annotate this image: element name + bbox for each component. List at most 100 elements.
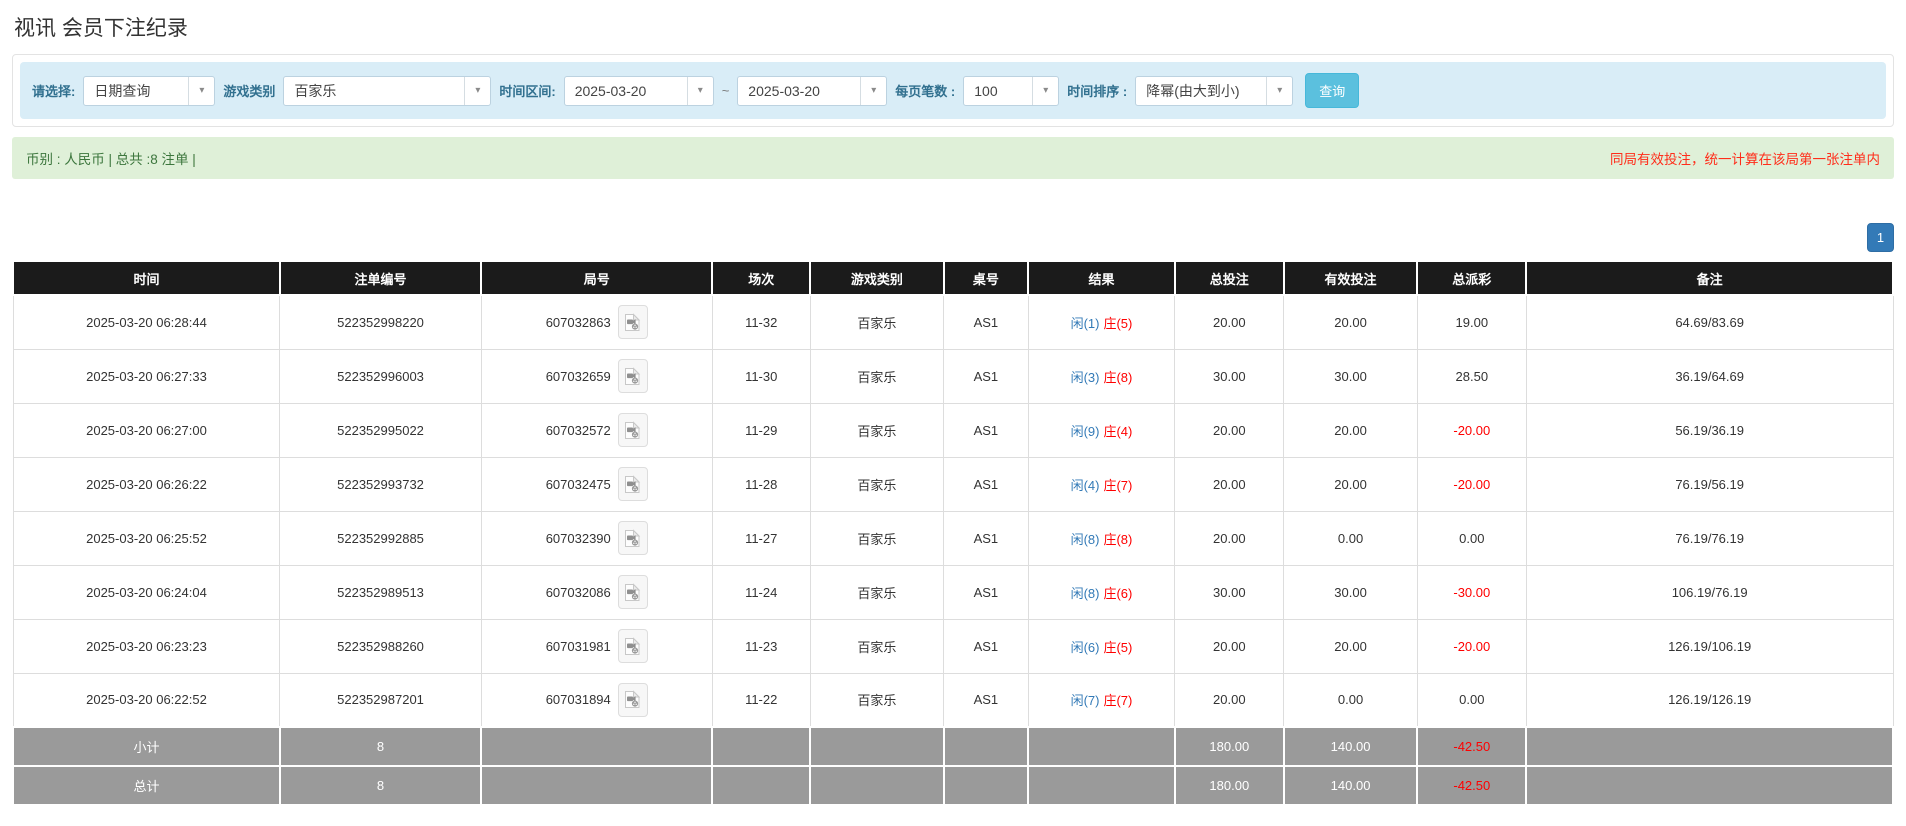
result-banker: 庄(8) xyxy=(1103,369,1133,385)
result-banker: 庄(7) xyxy=(1103,477,1133,493)
cell-total-bet[interactable]: 20.00 xyxy=(1174,672,1285,728)
video-replay-button[interactable] xyxy=(617,682,648,717)
cell-payout: -30.00 xyxy=(1416,564,1527,620)
cell-payout: 19.00 xyxy=(1416,294,1527,350)
date-from-select[interactable]: 2025-03-20 ▾ xyxy=(563,75,714,106)
query-type-select[interactable]: 日期查询 ▾ xyxy=(83,75,216,106)
chevron-down-icon: ▾ xyxy=(1032,76,1058,105)
cell-round-id: 607032390 xyxy=(480,510,713,566)
cell-time: 2025-03-20 06:25:52 xyxy=(12,510,281,566)
result-banker: 庄(5) xyxy=(1103,639,1133,655)
cell-session: 11-29 xyxy=(711,402,811,458)
cell-game-type: 百家乐 xyxy=(809,618,945,674)
cell-game-type: 百家乐 xyxy=(809,348,945,404)
video-replay-button[interactable] xyxy=(617,467,648,501)
cell-round-id: 607032572 xyxy=(480,402,713,458)
cell-valid-bet: 20.00 xyxy=(1283,402,1418,458)
page-size-select[interactable]: 100 ▾ xyxy=(963,75,1060,106)
video-replay-button[interactable] xyxy=(617,359,648,393)
pagination: 1 xyxy=(12,223,1894,252)
cell-valid-bet: 0.00 xyxy=(1283,672,1418,728)
result-player: 闲(8) xyxy=(1070,531,1100,547)
subtotal-empty xyxy=(1525,726,1894,767)
subtotal-label: 小计 xyxy=(12,726,281,767)
header-result: 结果 xyxy=(1027,260,1176,296)
cell-table-no: AS1 xyxy=(943,348,1029,404)
cell-round-id: 607031981 xyxy=(480,618,713,674)
result-player: 闲(1) xyxy=(1070,315,1100,331)
sort-select[interactable]: 降幂(由大到小) ▾ xyxy=(1135,75,1294,106)
date-range-separator: ~ xyxy=(721,83,730,98)
cell-result: 闲(8) 庄(6) xyxy=(1027,564,1176,620)
cell-table-no: AS1 xyxy=(943,618,1029,674)
subtotal-empty xyxy=(1027,726,1176,767)
header-valid-bet: 有效投注 xyxy=(1282,260,1419,296)
result-banker: 庄(5) xyxy=(1103,315,1133,331)
cell-remark: 126.19/126.19 xyxy=(1525,672,1894,728)
cell-bet-id: 522352995022 xyxy=(279,402,482,458)
page-size-value: 100 xyxy=(974,82,998,99)
table-row: 2025-03-20 06:28:44 522352998220 6070328… xyxy=(12,294,1894,350)
video-replay-button[interactable] xyxy=(617,629,648,663)
round-id-text: 607032086 xyxy=(545,584,611,600)
cell-game-type: 百家乐 xyxy=(809,456,945,512)
cell-total-bet[interactable]: 30.00 xyxy=(1174,348,1285,404)
total-total-bet: 180.00 xyxy=(1173,765,1285,806)
game-type-label: 游戏类别 xyxy=(223,84,276,99)
date-to-select[interactable]: 2025-03-20 ▾ xyxy=(737,75,888,106)
cell-bet-id: 522352992885 xyxy=(279,510,482,566)
cell-payout: 0.00 xyxy=(1416,510,1527,566)
total-row: 总计 8 180.00 140.00 -42.50 xyxy=(12,765,1894,806)
cell-game-type: 百家乐 xyxy=(809,672,945,728)
cell-total-bet[interactable]: 20.00 xyxy=(1174,510,1285,566)
cell-time: 2025-03-20 06:27:00 xyxy=(12,402,281,458)
cell-table-no: AS1 xyxy=(943,294,1029,350)
cell-bet-id: 522352993732 xyxy=(279,456,482,512)
cell-table-no: AS1 xyxy=(943,510,1029,566)
cell-session: 11-30 xyxy=(711,348,811,404)
query-button[interactable]: 查询 xyxy=(1305,73,1360,108)
subtotal-empty xyxy=(809,726,945,767)
chevron-down-icon: ▾ xyxy=(860,76,886,105)
summary-bar: 币别 : 人民币 | 总共 :8 注单 | 同局有效投注，统一计算在该局第一张注… xyxy=(12,137,1894,179)
game-type-select[interactable]: 百家乐 ▾ xyxy=(283,75,492,106)
filter-panel: 请选择: 日期查询 ▾ 游戏类别 百家乐 ▾ 时间区间: 2025-03-20 … xyxy=(12,54,1894,127)
cell-bet-id: 522352988260 xyxy=(279,618,482,674)
cell-total-bet[interactable]: 20.00 xyxy=(1174,402,1285,458)
result-banker: 庄(6) xyxy=(1103,585,1133,601)
total-empty xyxy=(1027,765,1176,806)
cell-round-id: 607031894 xyxy=(480,672,713,728)
video-replay-button[interactable] xyxy=(617,413,648,447)
page-title: 视讯 会员下注纪录 xyxy=(14,17,188,40)
subtotal-valid-bet: 140.00 xyxy=(1282,726,1419,767)
date-to-value: 2025-03-20 xyxy=(748,82,820,99)
cell-valid-bet: 20.00 xyxy=(1283,618,1418,674)
cell-session: 11-32 xyxy=(711,294,811,350)
cell-remark: 36.19/64.69 xyxy=(1525,348,1894,404)
cell-total-bet[interactable]: 30.00 xyxy=(1174,564,1285,620)
video-file-icon xyxy=(624,582,641,602)
cell-game-type: 百家乐 xyxy=(809,402,945,458)
video-replay-button[interactable] xyxy=(617,575,648,609)
cell-total-bet[interactable]: 20.00 xyxy=(1174,456,1285,512)
page-1-button[interactable]: 1 xyxy=(1867,223,1894,252)
result-banker: 庄(7) xyxy=(1103,693,1133,709)
cell-result: 闲(6) 庄(5) xyxy=(1027,618,1176,674)
cell-remark: 64.69/83.69 xyxy=(1525,294,1894,350)
cell-time: 2025-03-20 06:28:44 xyxy=(12,294,281,350)
cell-table-no: AS1 xyxy=(943,402,1029,458)
result-banker: 庄(8) xyxy=(1103,531,1133,547)
video-replay-button[interactable] xyxy=(617,521,648,555)
subtotal-row: 小计 8 180.00 140.00 -42.50 xyxy=(12,726,1894,767)
video-replay-button[interactable] xyxy=(617,305,648,340)
note-text: 同局有效投注，统一计算在该局第一张注单内 xyxy=(1610,152,1880,167)
date-range-label: 时间区间: xyxy=(499,84,556,99)
subtotal-payout: -42.50 xyxy=(1416,726,1528,767)
cell-total-bet[interactable]: 20.00 xyxy=(1174,618,1285,674)
cell-round-id: 607032475 xyxy=(480,456,713,512)
cell-valid-bet: 0.00 xyxy=(1283,510,1418,566)
cell-remark: 56.19/36.19 xyxy=(1525,402,1894,458)
cell-total-bet[interactable]: 20.00 xyxy=(1174,294,1285,350)
cell-session: 11-27 xyxy=(711,510,811,566)
cell-table-no: AS1 xyxy=(943,564,1029,620)
